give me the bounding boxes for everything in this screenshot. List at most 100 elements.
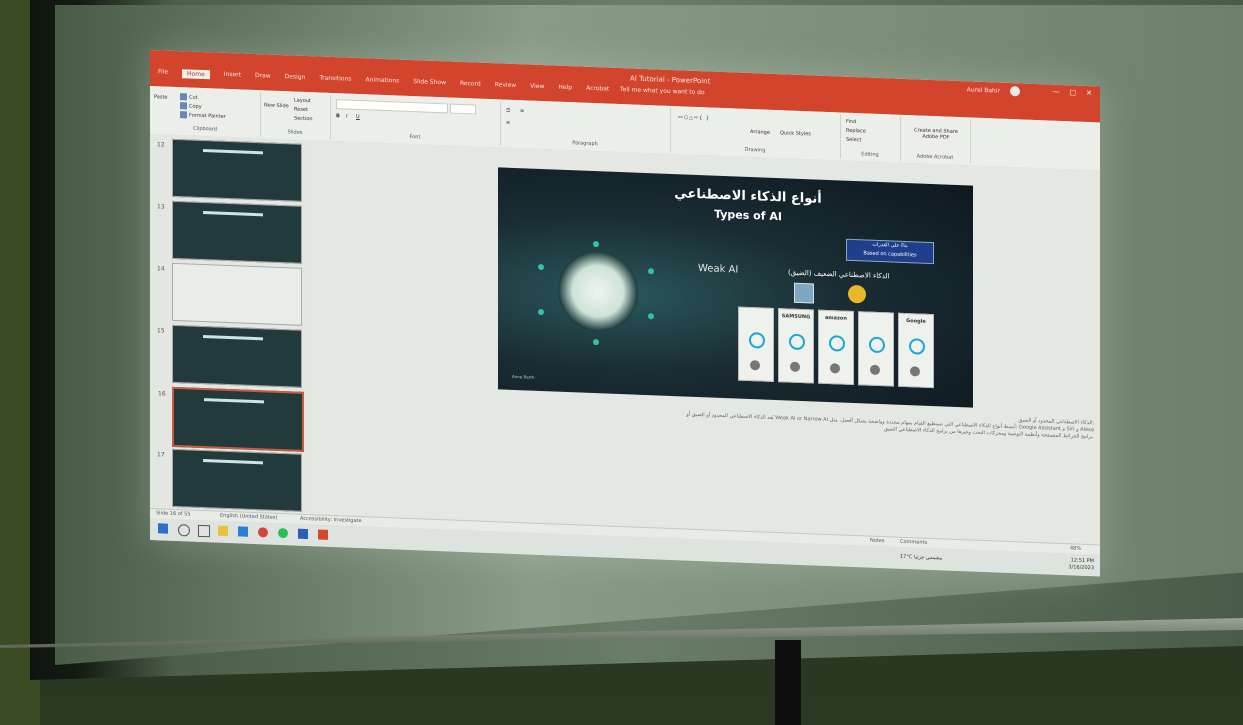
tab-home[interactable]: Home (182, 69, 210, 80)
weak-ai-label: Weak AI (698, 263, 739, 276)
current-slide[interactable]: أنواع الذكاء الاصطناعي Types of AI بناءً… (498, 167, 973, 408)
maximize-icon[interactable]: □ (1070, 88, 1077, 96)
decor-dot (648, 313, 654, 320)
weather-widget[interactable]: 17°C مشمس جزئيا (900, 554, 942, 562)
find-button[interactable]: Find (846, 119, 856, 125)
assistant-card: Google (898, 312, 934, 389)
copy-button[interactable]: Copy (180, 102, 202, 110)
tab-slide-show[interactable]: Slide Show (413, 78, 446, 88)
edge-icon[interactable] (238, 526, 248, 537)
close-icon[interactable]: ✕ (1086, 89, 1092, 97)
slide-thumbnail[interactable]: 14 (157, 262, 302, 326)
shapes-gallery[interactable]: ▭○△⇨{ } (678, 114, 710, 121)
slide-thumbnail[interactable]: 15 (157, 324, 302, 388)
select-button[interactable]: Select (846, 137, 861, 144)
tab-record[interactable]: Record (460, 80, 481, 90)
window-controls: — □ ✕ (1053, 88, 1093, 98)
editing-group: Find Replace Select Editing (840, 114, 901, 161)
slides-group: New Slide Layout Reset Section Slides (260, 92, 331, 139)
language-indicator[interactable]: English (United States) (220, 513, 277, 521)
zoom-level[interactable]: 48% (1070, 545, 1081, 551)
section-button[interactable]: Section (294, 116, 313, 123)
slide-thumbnail-active[interactable]: 16 (158, 386, 304, 452)
slide-thumbnail[interactable]: 17 (157, 448, 302, 512)
slide-credit: Anne Barth (512, 373, 535, 380)
user-name[interactable]: Aurel Bahir (967, 86, 1000, 94)
mic-icon (830, 363, 840, 374)
cut-button[interactable]: Cut (180, 93, 198, 101)
reset-button[interactable]: Reset (294, 107, 308, 114)
window-title: AI Tutorial - PowerPoint (630, 74, 711, 86)
slide-thumbnails-pane: 12 13 14 15 16 17 (150, 134, 311, 515)
slide-thumbnail[interactable]: 12 (157, 138, 302, 202)
arrange-button[interactable]: Arrange (750, 129, 770, 136)
weak-ai-arabic-label: الذكاء الاصطناعي الضعيف (الضيق) (788, 268, 890, 281)
translate-icon (848, 284, 866, 304)
drawing-group: ▭○△⇨{ } Arrange Quick Styles Drawing (670, 107, 841, 159)
paste-button[interactable]: Paste (154, 94, 168, 101)
whatsapp-icon[interactable] (278, 527, 288, 539)
assistant-icon (909, 338, 925, 355)
capabilities-badge: بناءً على القدرات Based on capabilities (846, 238, 934, 265)
speaker-notes[interactable]: الذكاء الاصطناعي المحدود أو الضيق: يُعد … (310, 390, 1100, 480)
format-painter-button[interactable]: Format Painter (180, 111, 226, 120)
tell-me-search[interactable]: Tell me what you want to do (620, 86, 705, 96)
decor-dot (538, 308, 544, 316)
assistant-icon (869, 336, 885, 354)
slide-thumbnail[interactable]: 13 (157, 200, 302, 264)
tab-file[interactable]: File (158, 68, 168, 77)
mic-icon (750, 360, 760, 371)
layout-button[interactable]: Layout (294, 98, 311, 105)
tab-animations[interactable]: Animations (366, 76, 400, 86)
brand-logo: amazon (825, 314, 847, 322)
clock-date: 3/16/2023 (1068, 564, 1094, 572)
search-icon[interactable] (178, 524, 190, 537)
powerpoint-icon[interactable] (318, 529, 328, 540)
replace-button[interactable]: Replace (846, 128, 866, 135)
bullets-icon[interactable]: ☰ (506, 108, 510, 114)
clipboard-group: Paste Cut Copy Format Painter Clipboard (150, 88, 261, 137)
tab-review[interactable]: Review (495, 81, 516, 91)
system-clock[interactable]: 12:51 PM 3/16/2023 (1068, 557, 1094, 572)
mic-icon (790, 361, 800, 372)
tab-design[interactable]: Design (285, 73, 306, 83)
adobe-group: Create and Share Adobe PDF Adobe Acrobat (900, 116, 971, 164)
minimize-icon[interactable]: — (1053, 88, 1060, 96)
bold-button[interactable]: B (336, 113, 340, 119)
task-view-icon[interactable] (198, 524, 210, 538)
font-size-dropdown[interactable] (450, 103, 476, 115)
avatar[interactable] (1010, 86, 1020, 97)
tab-acrobat[interactable]: Acrobat (586, 85, 609, 95)
file-explorer-icon[interactable] (218, 525, 228, 536)
scissors-icon (180, 93, 187, 101)
chrome-icon[interactable] (258, 527, 268, 538)
italic-button[interactable]: I (346, 114, 347, 120)
create-share-pdf-button[interactable]: Create and Share Adobe PDF (906, 127, 966, 141)
tab-insert[interactable]: Insert (224, 71, 241, 81)
comments-button[interactable]: Comments (900, 539, 927, 546)
tab-transitions[interactable]: Transitions (319, 75, 351, 85)
notes-button[interactable]: Notes (870, 538, 884, 545)
slide-title-english: Types of AI (714, 207, 782, 224)
clipboard-label: Clipboard (193, 125, 217, 133)
quick-styles-button[interactable]: Quick Styles (780, 130, 811, 137)
decor-dot (593, 241, 599, 248)
tab-view[interactable]: View (530, 83, 544, 93)
accessibility-status[interactable]: Accessibility: Investigate (300, 516, 362, 524)
brand-logo: SAMSUNG (781, 313, 811, 321)
start-icon[interactable] (158, 523, 168, 534)
font-name-dropdown[interactable] (336, 99, 448, 114)
tab-help[interactable]: Help (558, 84, 572, 94)
copy-icon (180, 102, 187, 110)
slide-counter: Slide 16 of 55 (156, 510, 191, 518)
numbering-icon[interactable]: ≡ (520, 108, 524, 114)
assistant-card: SAMSUNG (778, 308, 814, 384)
brand-logo: Google (906, 318, 926, 325)
badge-text-english: Based on capabilities (863, 250, 917, 259)
underline-button[interactable]: U (356, 114, 360, 120)
new-slide-button[interactable]: New Slide (264, 102, 289, 109)
tab-draw[interactable]: Draw (255, 72, 271, 82)
align-left-icon[interactable]: ≡ (506, 120, 510, 126)
decor-dot (593, 339, 599, 346)
word-icon[interactable] (298, 528, 308, 540)
